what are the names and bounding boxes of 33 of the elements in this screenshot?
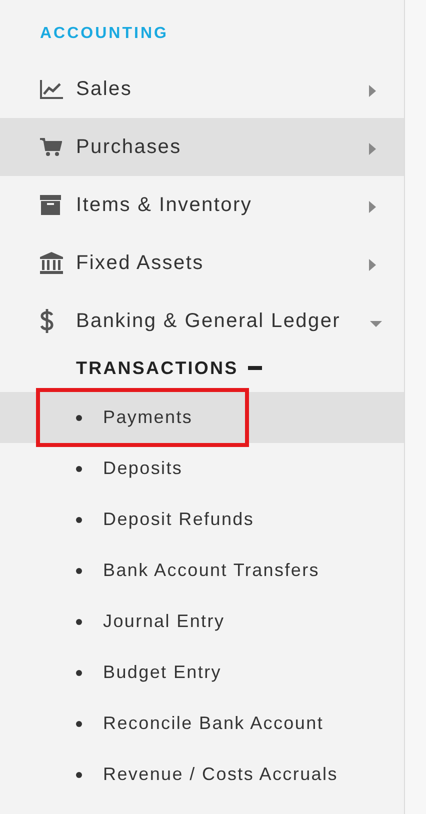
menu-item[interactable]: Purchases — [0, 118, 404, 176]
menu-item[interactable]: Fixed Assets — [0, 234, 404, 292]
group-title: TRANSACTIONS — [76, 358, 238, 378]
line-chart-icon — [40, 79, 64, 99]
caret-icon — [369, 259, 376, 271]
submenu-item[interactable]: Budget Entry — [0, 647, 404, 698]
submenu-item[interactable]: Deposits — [0, 443, 404, 494]
bullet-icon — [76, 414, 82, 420]
caret-icon — [369, 143, 376, 155]
bullet-icon — [76, 516, 82, 522]
bullet-icon — [76, 670, 82, 676]
submenu-item[interactable]: Revenue / Costs Accruals — [0, 749, 404, 800]
menu-item[interactable]: Sales — [0, 60, 404, 118]
section-title: ACCOUNTING — [40, 25, 168, 43]
submenu-item[interactable]: Bank Account Transfers — [0, 545, 404, 596]
bullet-icon — [76, 568, 82, 574]
caret-icon — [369, 201, 376, 213]
caret-icon — [369, 85, 376, 97]
menu-item[interactable]: Items & Inventory — [0, 176, 404, 234]
submenu-item[interactable]: Reconcile Bank Account — [0, 698, 404, 749]
caret-icon — [370, 321, 382, 327]
submenu-item[interactable]: Deposit Refunds — [0, 494, 404, 545]
bank-icon — [40, 252, 63, 274]
bullet-icon — [76, 720, 82, 726]
dollar-icon — [40, 309, 54, 333]
bullet-icon — [76, 772, 82, 778]
menu-item[interactable]: Banking & General Ledger — [0, 292, 404, 350]
bullet-icon — [76, 618, 82, 624]
cart-icon — [40, 138, 62, 156]
submenu-item[interactable]: Journal Entry — [0, 596, 404, 647]
bullet-icon — [76, 466, 82, 472]
collapse-icon[interactable] — [248, 366, 262, 370]
archive-box-icon — [40, 195, 61, 215]
